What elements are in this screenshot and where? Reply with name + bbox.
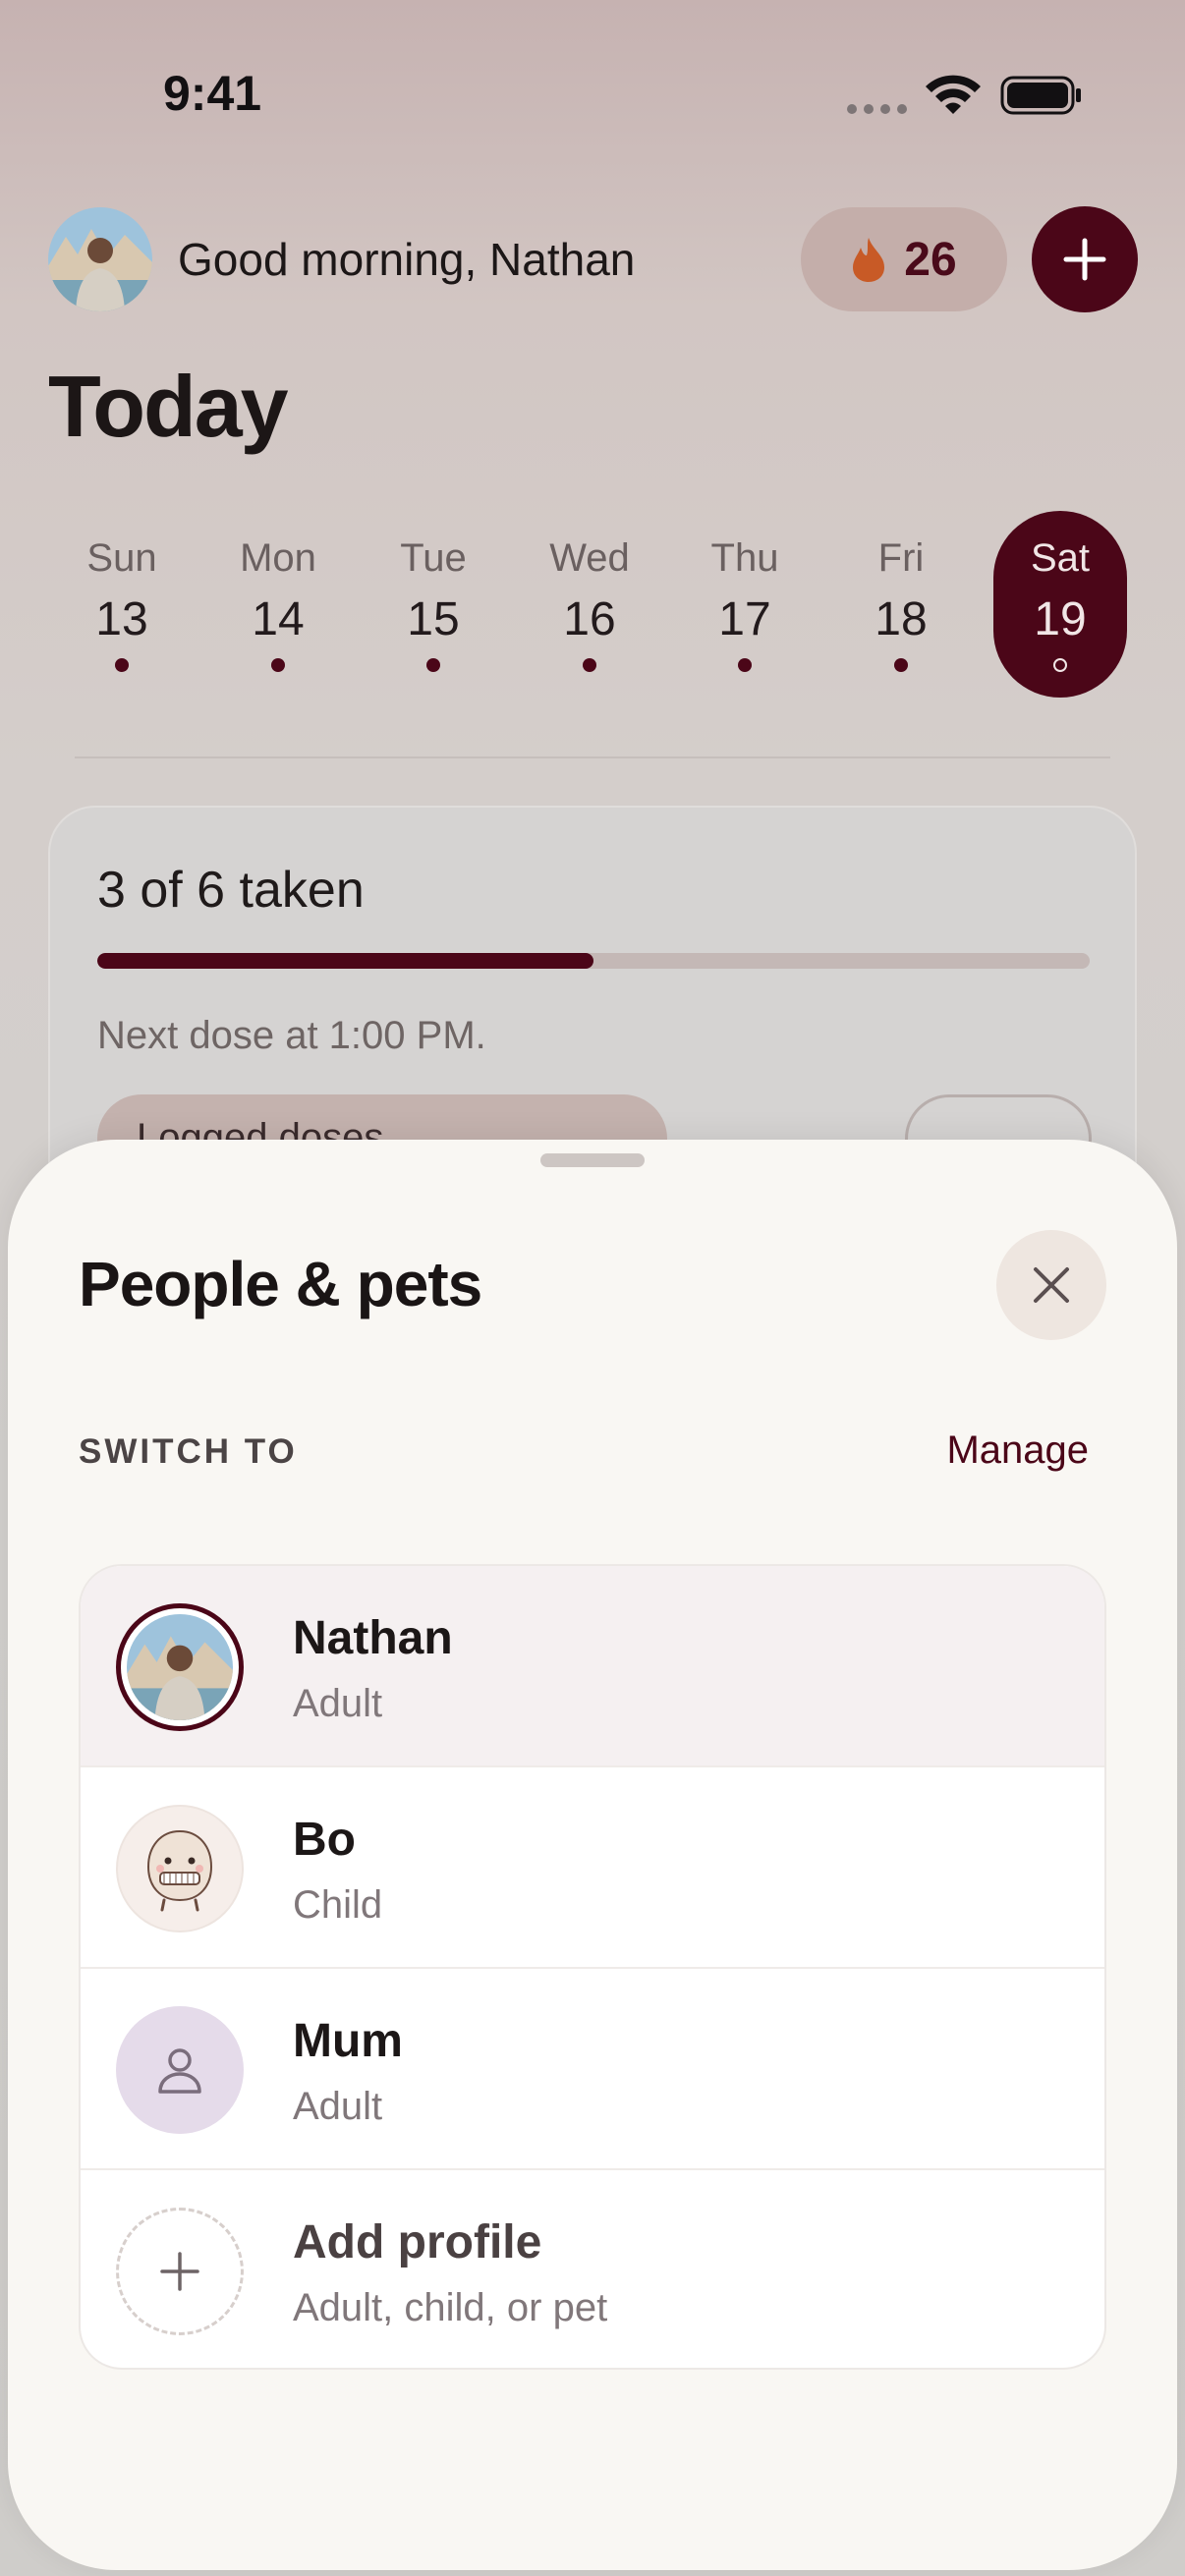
day-number: 18 xyxy=(875,593,928,645)
people-pets-sheet: People & pets SWITCH TO Manage Nathan Ad… xyxy=(8,1140,1177,2570)
day-name: Tue xyxy=(400,536,467,580)
greeting-text: Good morning, Nathan xyxy=(178,234,636,285)
profile-type: Adult xyxy=(293,1682,383,1725)
switch-to-label: SWITCH TO xyxy=(79,1432,298,1471)
streak-count: 26 xyxy=(904,233,957,286)
day-name: Thu xyxy=(710,536,779,580)
add-profile-row[interactable]: Add profile Adult, child, or pet xyxy=(81,2170,1104,2368)
streak-badge[interactable]: 26 xyxy=(801,207,1007,311)
profile-name: Add profile xyxy=(293,2216,542,2268)
day-number: 15 xyxy=(407,593,460,645)
progress-title: 3 of 6 taken xyxy=(97,862,365,919)
day-number: 17 xyxy=(718,593,771,645)
person-icon xyxy=(158,2048,201,2094)
avatar-photo xyxy=(48,207,152,311)
profile-type: Child xyxy=(293,1883,383,1927)
profile-type: Adult xyxy=(293,2085,383,2128)
day-number: 16 xyxy=(563,593,616,645)
cartoon-avatar-icon xyxy=(146,1829,213,1912)
day-name: Fri xyxy=(877,536,925,580)
plus-icon xyxy=(160,2252,199,2291)
dose-indicator xyxy=(583,658,596,672)
avatar xyxy=(116,2208,244,2335)
day-sun[interactable]: Sun 13 xyxy=(55,511,189,698)
avatar xyxy=(116,1805,244,1932)
day-mon[interactable]: Mon 14 xyxy=(211,511,345,698)
progress-bar xyxy=(97,953,1090,969)
day-number: 19 xyxy=(1034,593,1087,645)
page-title: Today xyxy=(48,358,289,455)
dose-indicator xyxy=(115,658,129,672)
day-name: Sun xyxy=(86,536,157,580)
profile-name: Mum xyxy=(293,2015,403,2067)
close-button[interactable] xyxy=(996,1230,1106,1340)
battery-icon xyxy=(1000,76,1081,115)
day-name: Wed xyxy=(549,536,630,580)
profile-row-bo[interactable]: Bo Child xyxy=(81,1767,1104,1969)
profile-name: Bo xyxy=(293,1814,356,1866)
day-number: 13 xyxy=(95,593,148,645)
day-tue[interactable]: Tue 15 xyxy=(367,511,500,698)
avatar xyxy=(116,1603,244,1731)
dose-indicator xyxy=(426,658,440,672)
week-strip: Sun 13 Mon 14 Tue 15 Wed 16 Thu 17 Fri 1… xyxy=(55,511,1136,698)
profile-list: Nathan Adult Bo Child Mum Adult Add prof… xyxy=(79,1564,1106,2370)
profile-row-nathan[interactable]: Nathan Adult xyxy=(81,1566,1104,1767)
next-dose-text: Next dose at 1:00 PM. xyxy=(97,1014,486,1057)
profile-name: Nathan xyxy=(293,1612,453,1664)
close-icon xyxy=(1034,1267,1069,1303)
day-number: 14 xyxy=(252,593,305,645)
sheet-title: People & pets xyxy=(79,1249,482,1319)
profile-row-mum[interactable]: Mum Adult xyxy=(81,1969,1104,2170)
day-wed[interactable]: Wed 16 xyxy=(523,511,656,698)
progress-bar-fill xyxy=(97,953,593,969)
add-button[interactable] xyxy=(1032,206,1138,312)
avatar xyxy=(116,2006,244,2134)
divider xyxy=(75,756,1110,758)
day-name: Sat xyxy=(1030,536,1091,580)
manage-link[interactable]: Manage xyxy=(946,1428,1089,1473)
profile-type: Adult, child, or pet xyxy=(293,2286,608,2329)
day-sat[interactable]: Sat 19 xyxy=(993,511,1127,698)
avatar-photo xyxy=(127,1614,233,1720)
cellular-signal-icon xyxy=(847,104,908,114)
sheet-handle[interactable] xyxy=(540,1153,645,1167)
day-fri[interactable]: Fri 18 xyxy=(834,511,968,698)
day-name: Mon xyxy=(240,536,316,580)
dose-indicator xyxy=(738,658,752,672)
wifi-icon xyxy=(926,75,981,114)
dose-indicator xyxy=(271,658,285,672)
plus-icon xyxy=(1063,238,1106,281)
flame-icon xyxy=(853,238,885,282)
day-thu[interactable]: Thu 17 xyxy=(678,511,812,698)
status-time: 9:41 xyxy=(163,66,262,121)
dose-indicator xyxy=(1053,658,1067,672)
dose-indicator xyxy=(894,658,908,672)
profile-avatar[interactable] xyxy=(48,207,152,311)
